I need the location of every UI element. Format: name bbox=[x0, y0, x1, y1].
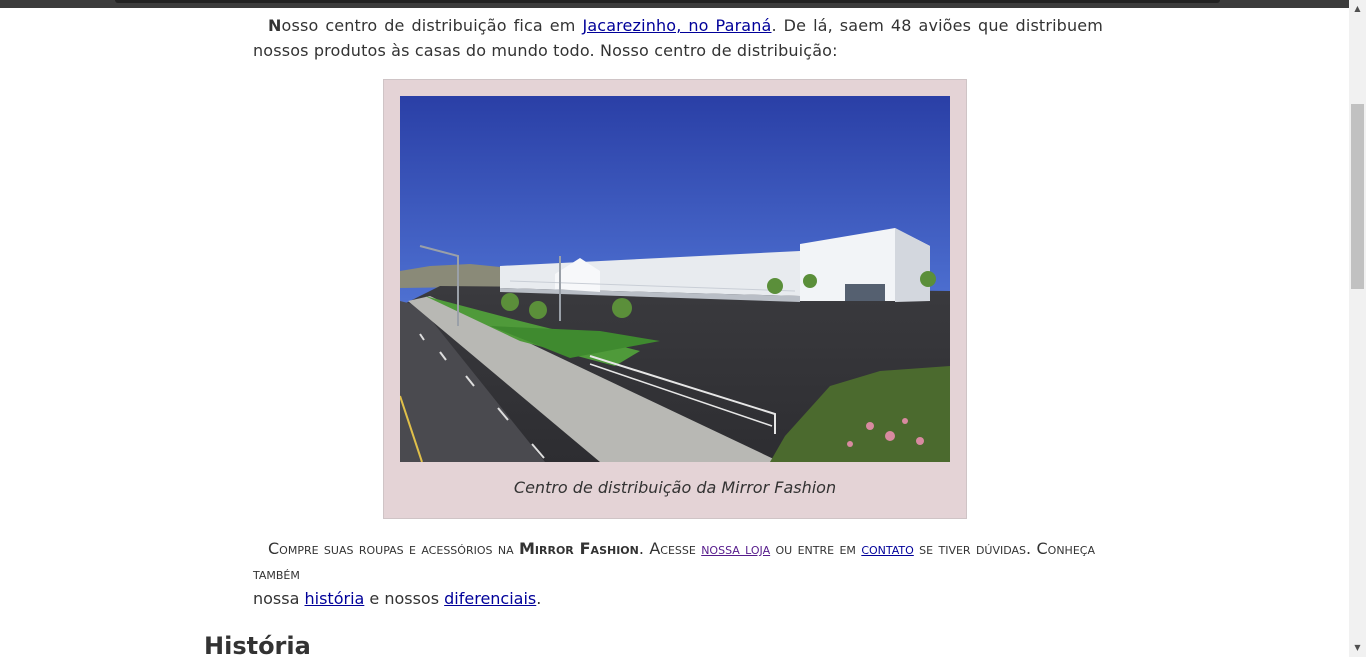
cta-text-6: e nossos bbox=[364, 589, 445, 608]
distribution-center-photo bbox=[400, 96, 950, 462]
contact-link[interactable]: contato bbox=[861, 539, 913, 558]
vertical-scrollbar[interactable]: ▲ ▼ bbox=[1349, 0, 1366, 657]
intro-dropcap: N bbox=[268, 16, 282, 35]
intro-text-1: osso centro de distribuição fica em bbox=[281, 16, 583, 35]
location-link[interactable]: Jacarezinho, no Paraná bbox=[582, 16, 771, 35]
cta-paragraph: Compre suas roupas e acessórios na Mirro… bbox=[253, 536, 1095, 611]
cta-text-2: . Acesse bbox=[638, 539, 702, 558]
store-link[interactable]: nossa loja bbox=[701, 539, 770, 558]
scroll-up-icon[interactable]: ▲ bbox=[1349, 2, 1366, 16]
distribution-center-figure: Centro de distribuição da Mirror Fashion bbox=[383, 79, 967, 519]
history-heading: História bbox=[204, 632, 311, 657]
history-link[interactable]: história bbox=[305, 589, 365, 608]
page-content: Nosso centro de distribuição fica em Jac… bbox=[0, 0, 1349, 657]
scroll-down-icon[interactable]: ▼ bbox=[1349, 641, 1366, 655]
cta-text-3: ou entre em bbox=[770, 539, 862, 558]
figure-caption: Centro de distribuição da Mirror Fashion bbox=[513, 478, 837, 497]
scrollbar-thumb[interactable] bbox=[1351, 104, 1364, 289]
differentials-link[interactable]: diferenciais bbox=[444, 589, 536, 608]
cta-text-7: . bbox=[536, 589, 542, 608]
intro-paragraph: Nosso centro de distribuição fica em Jac… bbox=[253, 13, 1103, 63]
brand-name: Mirror Fashion bbox=[518, 539, 639, 558]
cta-text-1: Compre suas roupas e acessórios na bbox=[268, 539, 519, 558]
cta-text-5: nossa bbox=[253, 589, 305, 608]
